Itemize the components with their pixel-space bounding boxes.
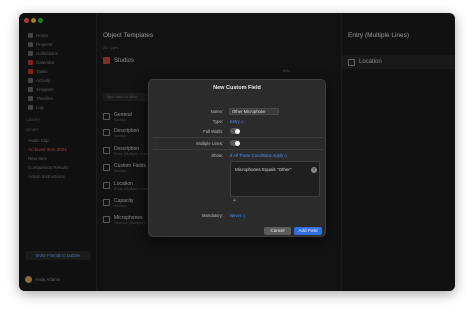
full-width-toggle[interactable] bbox=[230, 128, 240, 134]
new-custom-field-dialog: New Custom Field Name: Other Microphone … bbox=[148, 79, 326, 237]
multiple-lines-toggle[interactable] bbox=[230, 140, 240, 146]
show-conditions-popup[interactable]: If All These Conditions Apply ◇ bbox=[230, 153, 287, 158]
name-label: Name: bbox=[210, 109, 223, 114]
mandatory-popup[interactable]: Never ◇ bbox=[230, 213, 246, 218]
mandatory-label: Mandatory: bbox=[202, 213, 223, 218]
multiple-lines-label: Multiple Lines: bbox=[196, 141, 223, 146]
toggle-knob bbox=[234, 128, 240, 134]
show-label: Show: bbox=[211, 153, 223, 158]
condition-row[interactable]: Microphones Equals "Other" bbox=[235, 167, 291, 172]
add-field-button[interactable]: Add Field bbox=[294, 227, 322, 235]
dialog-title: New Custom Field bbox=[213, 85, 261, 91]
type-label: Type: bbox=[212, 119, 223, 124]
cancel-button[interactable]: Cancel bbox=[264, 227, 291, 235]
full-width-label: Full Width: bbox=[203, 129, 223, 134]
add-condition-button[interactable]: + bbox=[233, 198, 236, 204]
type-popup[interactable]: Entry ◇ bbox=[230, 119, 244, 124]
divider bbox=[153, 137, 323, 138]
remove-condition-icon[interactable]: × bbox=[311, 167, 317, 173]
conditions-list: Microphones Equals "Other" × bbox=[230, 161, 320, 197]
app-window: Home Projects Collections Calendar Tasks… bbox=[19, 13, 455, 291]
name-field[interactable]: Other Microphone bbox=[229, 108, 279, 115]
divider bbox=[153, 149, 323, 150]
toggle-knob bbox=[234, 140, 240, 146]
